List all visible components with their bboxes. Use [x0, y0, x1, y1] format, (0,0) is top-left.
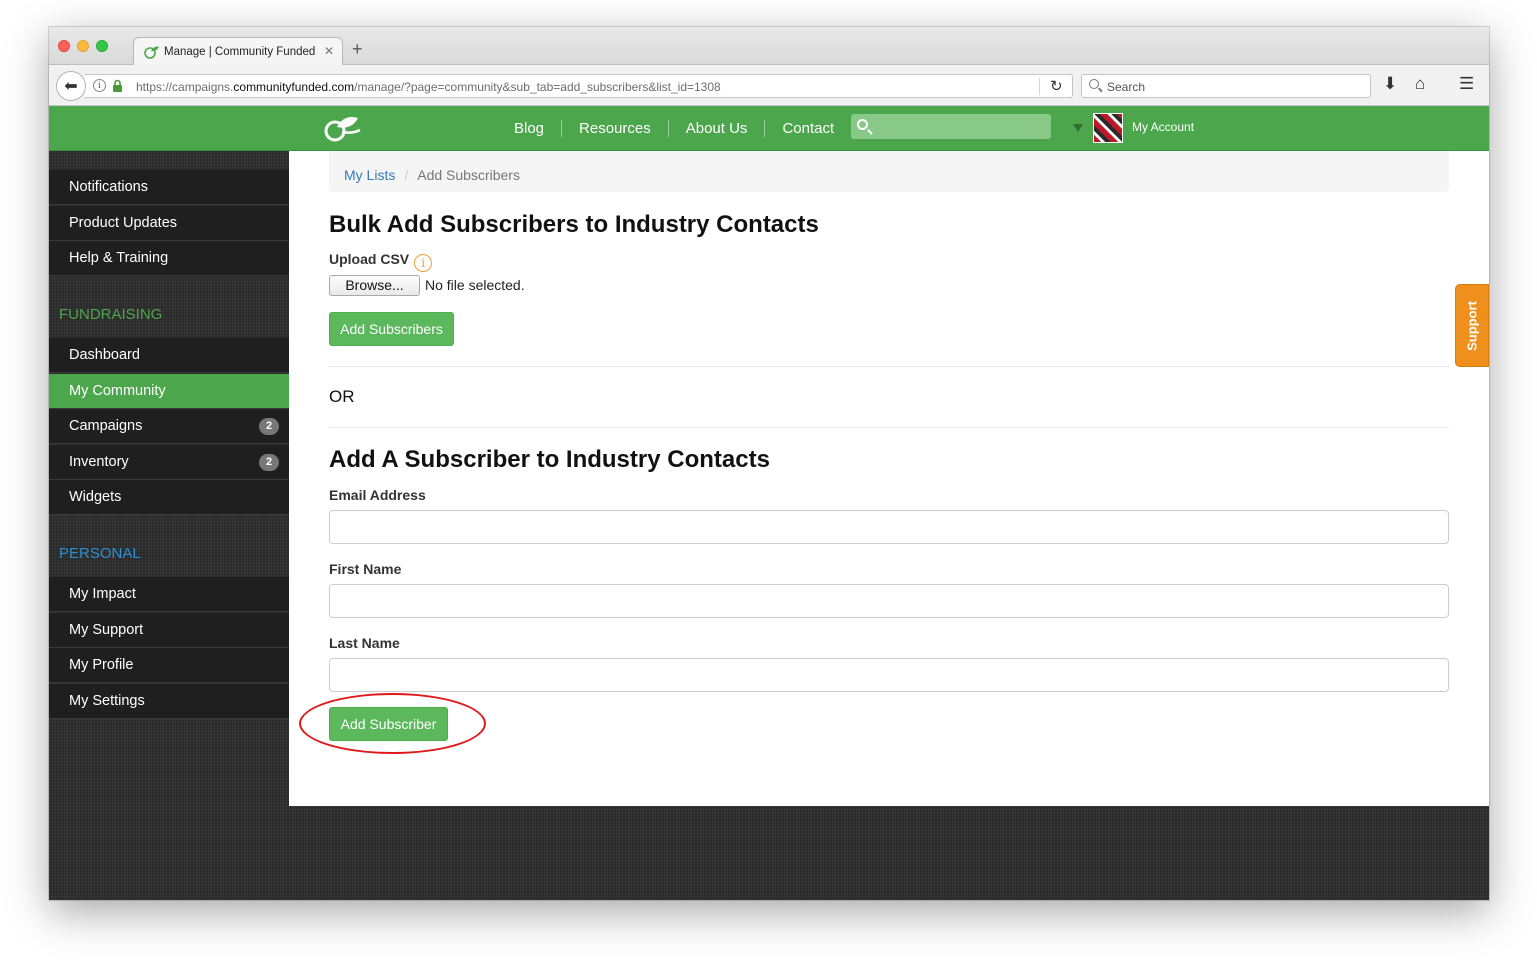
search-icon	[857, 119, 868, 130]
page-info-icon[interactable]: i	[93, 79, 106, 92]
sidebar-item-campaigns[interactable]: Campaigns 2	[49, 409, 289, 444]
nav-blog[interactable]: Blog	[497, 120, 561, 137]
sidebar-item-my-impact[interactable]: My Impact	[49, 577, 289, 612]
first-name-field[interactable]	[329, 584, 1449, 618]
lock-icon	[113, 79, 122, 92]
tab-title: Manage | Community Funded	[164, 46, 316, 58]
or-separator: OR	[329, 387, 355, 406]
browser-tab[interactable]: Manage | Community Funded ✕	[133, 37, 343, 66]
browser-window: Manage | Community Funded ✕ + i https://…	[49, 27, 1489, 900]
reload-icon[interactable]: ↻	[1050, 77, 1063, 95]
email-field[interactable]	[329, 510, 1449, 544]
sidebar-item-my-support[interactable]: My Support	[49, 613, 289, 648]
upload-csv-label: Upload CSV i	[329, 251, 433, 272]
url-text[interactable]: https://campaigns.communityfunded.com/ma…	[136, 80, 721, 94]
url-bar[interactable]: i https://campaigns.communityfunded.com/…	[85, 74, 1073, 98]
nav-about-us[interactable]: About Us	[667, 120, 765, 137]
support-tab-label: Support	[1464, 300, 1480, 351]
breadcrumb-current: Add Subscribers	[417, 167, 520, 183]
bulk-add-title: Bulk Add Subscribers to Industry Contact…	[329, 211, 819, 238]
divider	[329, 427, 1449, 428]
sidebar-item-notifications[interactable]: Notifications	[49, 170, 289, 205]
caret-down-icon[interactable]	[1073, 124, 1083, 132]
breadcrumb-separator: /	[404, 167, 409, 183]
browse-button[interactable]: Browse...	[329, 275, 420, 296]
add-subscriber-title: Add A Subscriber to Industry Contacts	[329, 446, 770, 473]
new-tab-icon[interactable]: +	[352, 40, 363, 58]
sidebar-item-my-community[interactable]: My Community	[49, 374, 289, 409]
my-account-link[interactable]: My Account	[1132, 120, 1194, 134]
site-favicon-icon	[144, 46, 159, 59]
count-badge: 2	[259, 418, 279, 435]
search-placeholder: Search	[1107, 80, 1146, 94]
sidebar-item-my-settings[interactable]: My Settings	[49, 684, 289, 719]
url-divider	[1039, 78, 1040, 95]
hamburger-menu-icon[interactable]: ☰	[1459, 74, 1474, 94]
search-icon	[1089, 79, 1099, 89]
avatar[interactable]	[1093, 113, 1123, 143]
zoom-window-button[interactable]	[96, 40, 108, 52]
page-footer-background	[289, 806, 1489, 900]
community-funded-logo-icon[interactable]	[322, 112, 362, 144]
last-name-field[interactable]	[329, 658, 1449, 692]
tab-close-icon[interactable]: ✕	[324, 44, 334, 58]
nav-resources[interactable]: Resources	[561, 120, 668, 137]
minimize-window-button[interactable]	[77, 40, 89, 52]
count-badge: 2	[259, 454, 279, 471]
email-label: Email Address	[329, 487, 426, 503]
tab-bar: Manage | Community Funded ✕ +	[49, 27, 1489, 66]
breadcrumb-my-lists[interactable]: My Lists	[344, 167, 395, 183]
add-subscribers-button[interactable]: Add Subscribers	[329, 312, 454, 346]
fundraising-heading: FUNDRAISING	[59, 306, 163, 323]
sidebar-item-inventory[interactable]: Inventory 2	[49, 445, 289, 480]
browser-search-input[interactable]: Search	[1081, 74, 1371, 98]
home-icon[interactable]: ⌂	[1415, 74, 1425, 94]
file-status: No file selected.	[425, 277, 525, 293]
divider	[329, 366, 1449, 367]
breadcrumb: My Lists / Add Subscribers	[329, 151, 1449, 192]
sidebar-item-my-profile[interactable]: My Profile	[49, 648, 289, 683]
sidebar-item-label: Campaigns	[69, 418, 143, 434]
site-search-input[interactable]	[851, 114, 1051, 139]
top-nav: Blog Resources About Us Contact	[497, 106, 851, 151]
info-icon[interactable]: i	[414, 254, 433, 272]
support-tab[interactable]: Support	[1455, 284, 1489, 367]
personal-heading: PERSONAL	[59, 545, 141, 562]
browser-toolbar: i https://campaigns.communityfunded.com/…	[49, 65, 1489, 106]
close-window-button[interactable]	[58, 40, 70, 52]
download-icon[interactable]: ⬇	[1383, 74, 1397, 94]
sidebar-item-product-updates[interactable]: Product Updates	[49, 206, 289, 241]
last-name-label: Last Name	[329, 635, 400, 651]
nav-contact[interactable]: Contact	[764, 120, 851, 137]
back-button[interactable]: ⬅	[56, 71, 86, 101]
site-header: Blog Resources About Us Contact My Accou…	[49, 106, 1489, 151]
sidebar: Notifications Product Updates Help & Tra…	[49, 151, 289, 900]
first-name-label: First Name	[329, 561, 402, 577]
sidebar-item-dashboard[interactable]: Dashboard	[49, 338, 289, 373]
arrow-left-icon: ⬅	[64, 78, 78, 95]
sidebar-item-help-training[interactable]: Help & Training	[49, 241, 289, 276]
sidebar-item-label: Inventory	[69, 454, 129, 470]
highlight-circle	[299, 693, 486, 754]
sidebar-item-widgets[interactable]: Widgets	[49, 480, 289, 515]
